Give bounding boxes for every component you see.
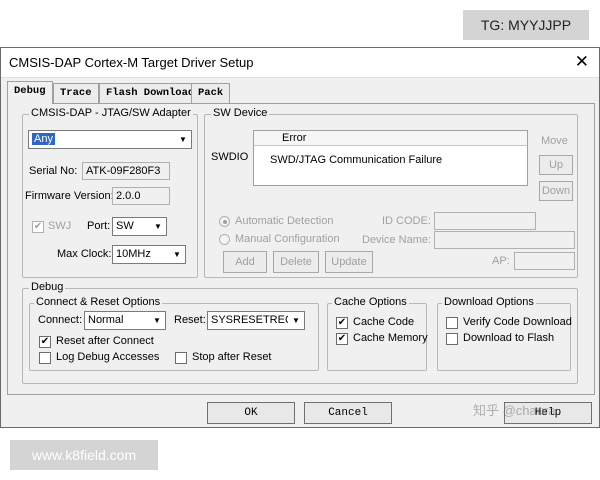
chevron-down-icon: ▼ <box>149 312 165 329</box>
log-debug-checkbox[interactable] <box>39 352 51 364</box>
zhihu-watermark: 知乎 @chaura <box>473 403 556 418</box>
close-icon[interactable]: ✕ <box>575 52 589 72</box>
reset-after-connect-checkbox[interactable]: ✔ <box>39 336 51 348</box>
stop-after-reset-label: Stop after Reset <box>192 351 272 363</box>
cache-options-title: Cache Options <box>332 296 409 308</box>
manual-config-label: Manual Configuration <box>235 233 340 245</box>
manual-config-radio[interactable] <box>219 234 230 245</box>
connect-select-value: Normal <box>88 314 124 326</box>
check-icon: ✔ <box>337 333 347 344</box>
port-select-value: SW <box>116 220 134 232</box>
swdio-label: SWDIO <box>211 151 249 163</box>
cache-options-group: Cache Options ✔ Cache Code ✔ Cache Memor… <box>327 296 428 371</box>
device-name-label: Device Name: <box>362 234 432 246</box>
serial-label: Serial No: <box>29 165 78 177</box>
move-label: Move <box>541 135 568 147</box>
tab-panel-debug: CMSIS-DAP - JTAG/SW Adapter Any ▼ Serial… <box>7 103 595 395</box>
verify-checkbox[interactable] <box>446 317 458 329</box>
adapter-select[interactable]: Any ▼ <box>28 130 192 149</box>
update-button[interactable]: Update <box>325 251 373 273</box>
chevron-down-icon: ▼ <box>175 131 191 148</box>
connect-select[interactable]: Normal ▼ <box>84 311 166 330</box>
debug-group-title: Debug <box>29 281 66 293</box>
device-list-header: Error <box>254 131 527 146</box>
auto-detect-radio[interactable] <box>219 216 230 227</box>
connect-reset-title: Connect & Reset Options <box>34 296 163 308</box>
debug-group: Debug Connect & Reset Options Connect: N… <box>22 281 578 384</box>
chevron-down-icon: ▼ <box>169 246 185 263</box>
connect-label: Connect: <box>38 314 83 326</box>
watermark-top: TG: MYYJJPP <box>463 10 589 40</box>
connect-reset-group: Connect & Reset Options Connect: Normal … <box>29 296 319 371</box>
adapter-select-value: Any <box>32 133 55 145</box>
add-button[interactable]: Add <box>223 251 267 273</box>
download-options-group: Download Options Verify Code Download Do… <box>437 296 572 371</box>
device-list-row: SWD/JTAG Communication Failure <box>270 154 443 166</box>
reset-select[interactable]: SYSRESETREQ ▼ <box>207 311 305 330</box>
chevron-down-icon: ▼ <box>150 218 166 235</box>
watermark-bottom: www.k8field.com <box>10 440 158 470</box>
sw-device-title: SW Device <box>211 107 270 119</box>
port-label: Port: <box>87 220 111 232</box>
check-icon: ✔ <box>337 317 347 328</box>
download-to-flash-label: Download to Flash <box>463 332 555 344</box>
tab-pack[interactable]: Pack <box>191 83 231 103</box>
verify-label: Verify Code Download <box>463 316 572 328</box>
cancel-button[interactable]: Cancel <box>304 402 392 424</box>
stop-after-reset-checkbox[interactable] <box>175 352 187 364</box>
firmware-label: Firmware Version: <box>25 190 114 202</box>
swj-checkbox[interactable]: ✔ <box>32 221 44 233</box>
cache-memory-label: Cache Memory <box>353 332 428 344</box>
sw-device-group: SW Device SWDIO Error SWD/JTAG Communica… <box>204 107 578 278</box>
firmware-field: 2.0.0 <box>112 187 170 205</box>
device-name-field[interactable] <box>434 231 575 249</box>
reset-after-connect-label: Reset after Connect <box>56 335 154 347</box>
tab-debug[interactable]: Debug <box>7 81 53 104</box>
window-title: CMSIS-DAP Cortex-M Target Driver Setup <box>9 55 254 70</box>
tab-trace[interactable]: Trace <box>53 83 99 103</box>
download-options-title: Download Options <box>442 296 536 308</box>
error-column-header: Error <box>282 132 307 144</box>
log-debug-label: Log Debug Accesses <box>56 351 160 363</box>
download-to-flash-checkbox[interactable] <box>446 333 458 345</box>
device-list[interactable]: Error SWD/JTAG Communication Failure <box>253 130 528 186</box>
move-down-button[interactable]: Down <box>539 181 573 201</box>
delete-button[interactable]: Delete <box>273 251 319 273</box>
maxclock-label: Max Clock: <box>57 248 112 260</box>
serial-field: ATK-09F280F3 <box>82 162 170 180</box>
idcode-field[interactable] <box>434 212 536 230</box>
maxclock-select-value: 10MHz <box>116 248 151 260</box>
swj-label: SWJ <box>48 220 72 232</box>
cache-code-label: Cache Code <box>353 316 415 328</box>
chevron-down-icon: ▼ <box>288 312 304 329</box>
cache-memory-checkbox[interactable]: ✔ <box>336 333 348 345</box>
port-select[interactable]: SW ▼ <box>112 217 167 236</box>
auto-detect-label: Automatic Detection <box>235 215 334 227</box>
adapter-group-title: CMSIS-DAP - JTAG/SW Adapter <box>29 107 193 119</box>
maxclock-select[interactable]: 10MHz ▼ <box>112 245 186 264</box>
check-icon: ✔ <box>40 336 50 347</box>
reset-select-value: SYSRESETREQ <box>211 314 294 326</box>
move-up-button[interactable]: Up <box>539 155 573 175</box>
dialog-window: CMSIS-DAP Cortex-M Target Driver Setup ✕… <box>0 47 600 428</box>
check-icon: ✔ <box>33 221 43 232</box>
ap-label: AP: <box>492 255 510 267</box>
idcode-label: ID CODE: <box>382 215 431 227</box>
tab-flash-download[interactable]: Flash Download <box>99 83 202 103</box>
cache-code-checkbox[interactable]: ✔ <box>336 317 348 329</box>
adapter-group: CMSIS-DAP - JTAG/SW Adapter Any ▼ Serial… <box>22 107 198 278</box>
title-bar: CMSIS-DAP Cortex-M Target Driver Setup ✕ <box>1 48 599 78</box>
ap-field[interactable] <box>514 252 575 270</box>
ok-button[interactable]: OK <box>207 402 295 424</box>
reset-label: Reset: <box>174 314 206 326</box>
